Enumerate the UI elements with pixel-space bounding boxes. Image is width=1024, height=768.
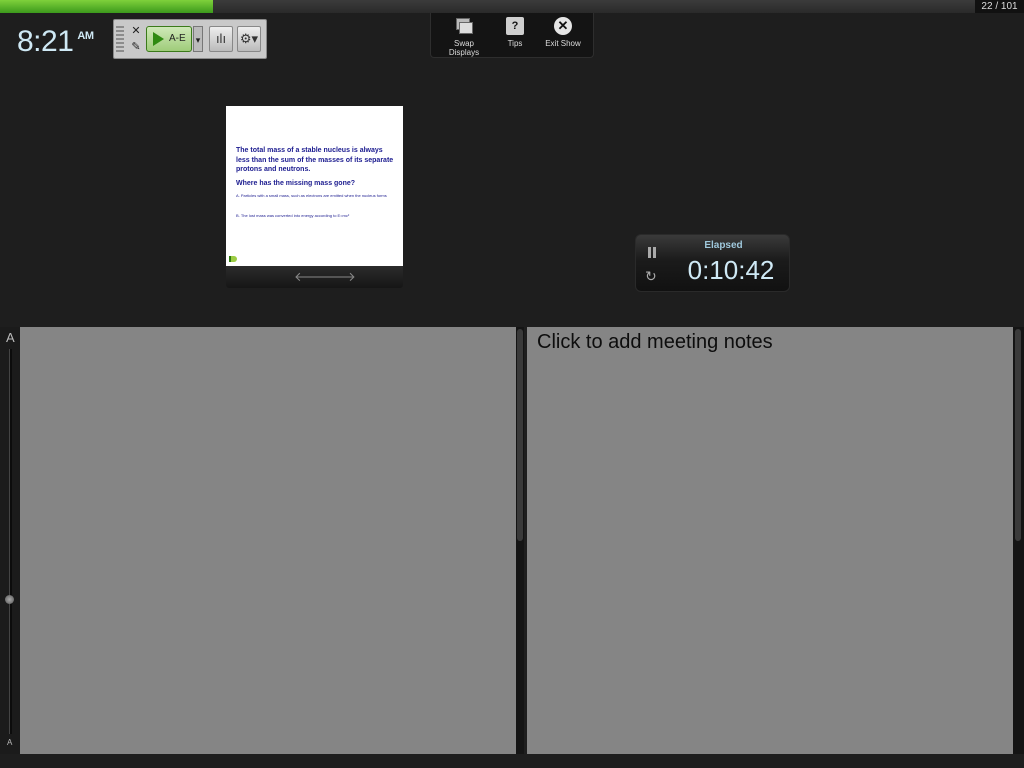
tips-button[interactable]: ? Tips	[497, 17, 533, 48]
gear-icon[interactable]: ⚙▾	[237, 26, 261, 52]
chart-icon[interactable]: ılı	[209, 26, 233, 52]
font-slider-thumb[interactable]	[5, 595, 14, 605]
slide-question: Where has the missing mass gone?	[236, 180, 356, 187]
swap-displays-icon	[455, 17, 473, 35]
show-progress-fill	[0, 0, 213, 13]
presenter-notes-area[interactable]	[20, 327, 516, 754]
tips-icon: ?	[506, 17, 524, 35]
next-slide-icon[interactable]: 🡒	[321, 269, 356, 285]
close-icon[interactable]: ✕	[130, 25, 142, 37]
meeting-notes-placeholder: Click to add meeting notes	[537, 331, 773, 353]
slide-title: The total mass of a stable nucleus is al…	[236, 147, 394, 173]
start-poll-label: A-E	[169, 33, 186, 44]
exit-show-label: Exit Show	[545, 39, 581, 48]
clock-time: 8:21	[17, 25, 74, 58]
swap-displays-label: Swap Displays	[448, 39, 480, 57]
font-smaller-label: A	[7, 738, 13, 747]
scrollbar-thumb[interactable]	[1015, 329, 1021, 541]
timer-panel: ↻ Elapsed 0:10:42	[635, 234, 790, 292]
timer-label: Elapsed	[704, 240, 743, 251]
meeting-notes-area[interactable]: Click to add meeting notes	[527, 327, 1013, 754]
current-slide-preview[interactable]: The total mass of a stable nucleus is al…	[226, 106, 403, 266]
exit-icon: ✕	[554, 17, 572, 35]
poll-toolbar: ✕ ✎ A-E ▾ ılı ⚙▾	[113, 19, 267, 59]
font-slider-track[interactable]	[9, 349, 12, 734]
presenter-notes-scrollbar[interactable]	[516, 327, 524, 754]
slide-option-a: A. Particles with a small mass, such as …	[236, 193, 387, 198]
slide-option-b: B. The lost mass was converted into ener…	[236, 213, 350, 218]
show-toolbar: Swap Displays ? Tips ✕ Exit Show	[430, 13, 594, 58]
clock: 8:21 AM	[17, 22, 94, 62]
exit-show-button[interactable]: ✕ Exit Show	[541, 17, 585, 48]
reset-icon[interactable]: ↻	[645, 268, 657, 285]
edit-icon[interactable]: ✎	[130, 41, 142, 53]
font-larger-label: A	[6, 330, 15, 345]
scrollbar-thumb[interactable]	[517, 329, 523, 541]
slide-logo-icon	[229, 256, 237, 262]
tips-label: Tips	[507, 39, 523, 48]
grip-icon[interactable]	[116, 26, 124, 52]
slide-counter: 22 / 101	[975, 0, 1024, 13]
font-size-slider[interactable]: A A	[0, 327, 20, 754]
clock-ampm: AM	[77, 30, 94, 42]
meeting-notes-scrollbar[interactable]	[1013, 327, 1024, 754]
swap-displays-button[interactable]: Swap Displays	[439, 17, 489, 57]
elapsed-time: 0:10:42	[687, 255, 775, 285]
poll-type-dropdown[interactable]: ▾	[193, 26, 203, 52]
start-poll-button[interactable]: A-E	[146, 26, 192, 52]
play-icon	[153, 32, 164, 46]
slide-navigation: 🡐 🡒	[226, 266, 403, 288]
show-progress-bar	[0, 0, 975, 13]
